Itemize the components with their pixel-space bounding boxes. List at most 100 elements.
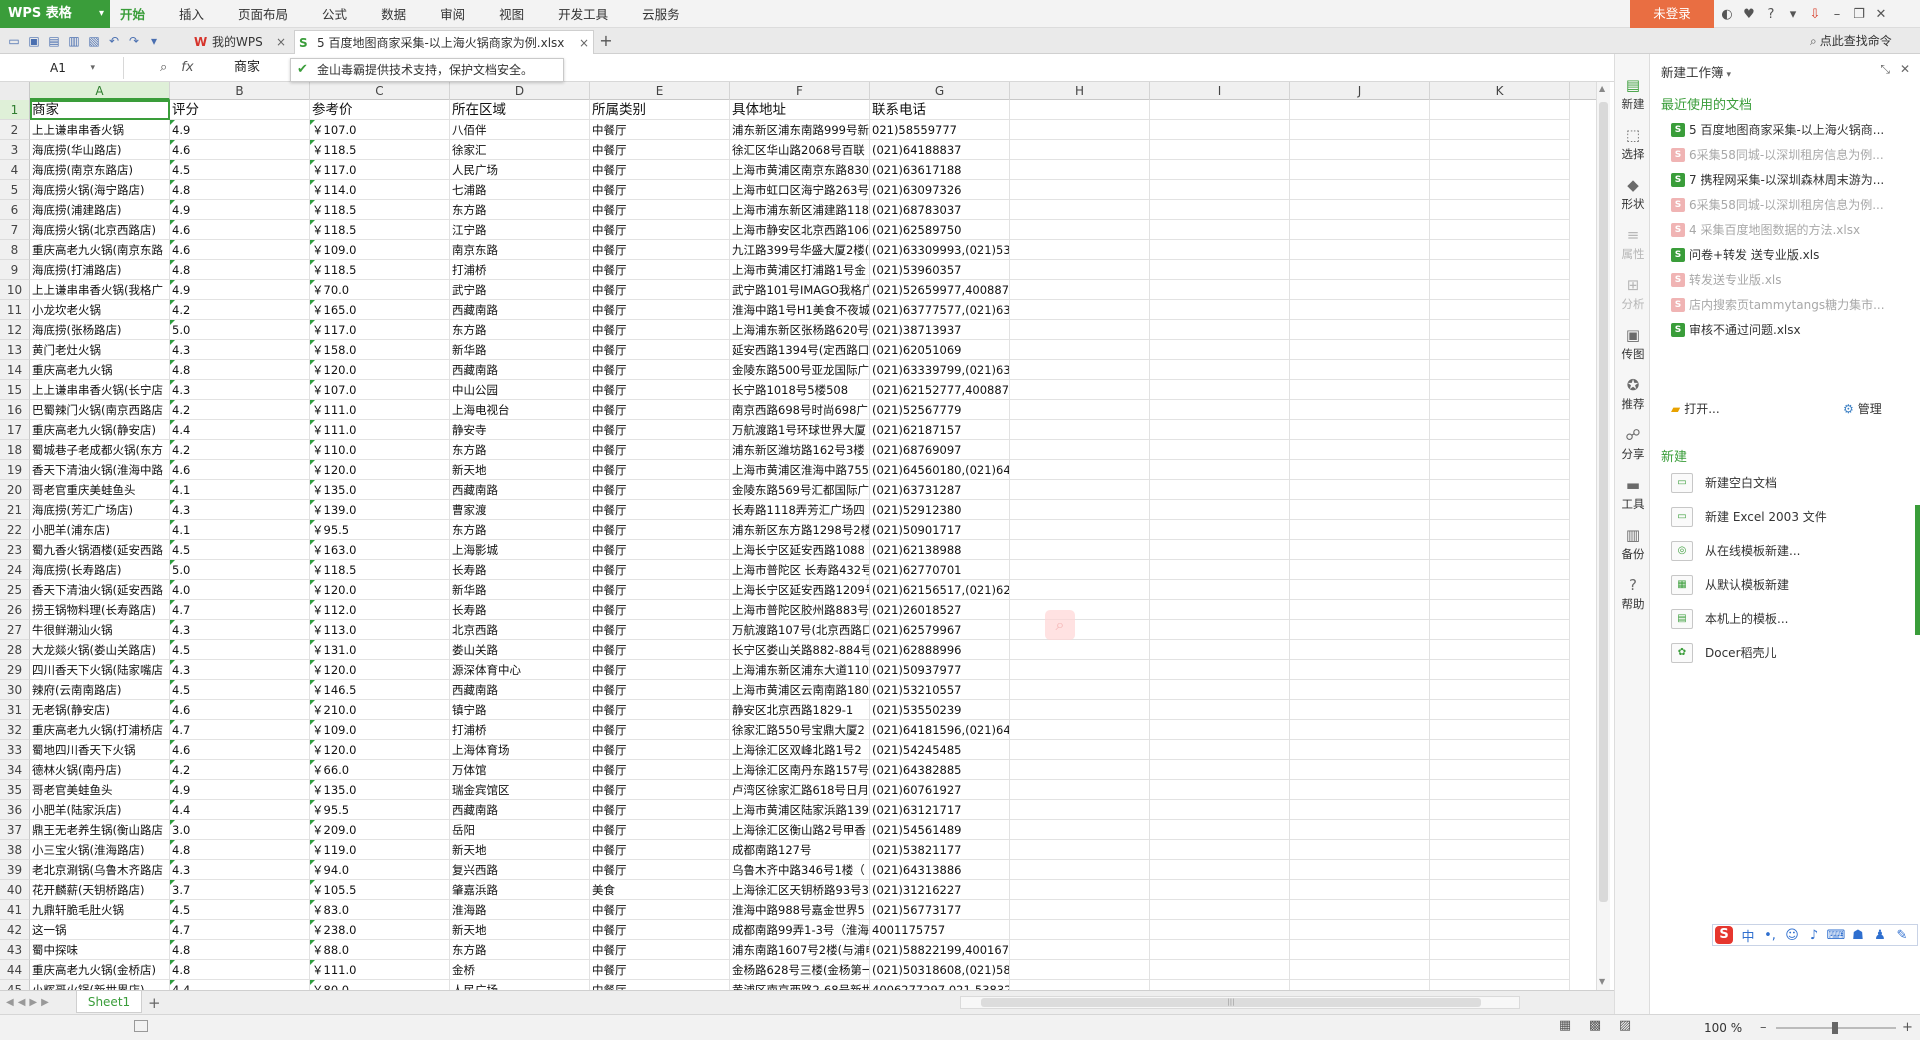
pin-icon[interactable]: ⤡	[1880, 62, 1890, 76]
cell[interactable]: 4.1	[170, 480, 310, 500]
cell[interactable]: 上海市虹口区海宁路263号	[730, 180, 870, 200]
cell[interactable]: 蜀地四川香天下火锅	[30, 740, 170, 760]
row-number[interactable]: 15	[0, 380, 30, 400]
vertical-scrollbar[interactable]: ▲ ▼	[1596, 82, 1610, 990]
cell[interactable]: 西藏南路	[450, 360, 590, 380]
cell[interactable]: ￥118.5	[310, 200, 450, 220]
cell[interactable]: ￥119.0	[310, 840, 450, 860]
cell[interactable]	[1010, 380, 1150, 400]
cell[interactable]: 万航渡路1号环球世界大厦	[730, 420, 870, 440]
cell[interactable]: 小肥羊(陆家浜店)	[30, 800, 170, 820]
cell[interactable]: (021)63309993,(021)53520829	[870, 240, 1010, 260]
open-folder-icon[interactable]: ▭	[4, 32, 24, 50]
cell[interactable]: (021)53550239	[870, 700, 1010, 720]
cell[interactable]: (021)53821177	[870, 840, 1010, 860]
cell[interactable]	[1010, 940, 1150, 960]
cell[interactable]	[1150, 820, 1290, 840]
cell[interactable]: 西藏南路	[450, 680, 590, 700]
cell[interactable]: (021)62156517,(021)62156953	[870, 580, 1010, 600]
cell[interactable]	[1430, 260, 1570, 280]
cell[interactable]: 延安西路1394号(定西路口	[730, 340, 870, 360]
cell[interactable]: 东方路	[450, 520, 590, 540]
cell[interactable]	[1290, 360, 1430, 380]
cell[interactable]	[1290, 460, 1430, 480]
column-header[interactable]: F	[730, 82, 870, 100]
cell[interactable]: 上海电视台	[450, 400, 590, 420]
cell[interactable]: (021)60761927	[870, 780, 1010, 800]
cell[interactable]: 德林火锅(南丹店)	[30, 760, 170, 780]
menu-cloud[interactable]: 云服务	[642, 0, 680, 28]
cell[interactable]: ￥131.0	[310, 640, 450, 660]
export-pdf-icon[interactable]: ▧	[84, 32, 104, 50]
cell[interactable]	[1150, 160, 1290, 180]
cell[interactable]	[1150, 620, 1290, 640]
cell[interactable]	[1290, 960, 1430, 980]
cell[interactable]: 中餐厅	[590, 380, 730, 400]
cell[interactable]: ￥165.0	[310, 300, 450, 320]
cell[interactable]	[1290, 400, 1430, 420]
cell[interactable]: 所在区域	[450, 100, 590, 120]
cell[interactable]: ￥238.0	[310, 920, 450, 940]
cell[interactable]	[1290, 380, 1430, 400]
cell[interactable]	[1150, 580, 1290, 600]
cell[interactable]: 鼎王无老养生锅(衡山路店	[30, 820, 170, 840]
row-number[interactable]: 13	[0, 340, 30, 360]
row-number[interactable]: 18	[0, 440, 30, 460]
cell[interactable]: 中餐厅	[590, 780, 730, 800]
sheet-tab[interactable]: Sheet1	[76, 991, 142, 1013]
menu-review[interactable]: 审阅	[440, 0, 465, 28]
cell[interactable]: 长寿路	[450, 600, 590, 620]
row-number[interactable]: 17	[0, 420, 30, 440]
cell[interactable]: (021)56773177	[870, 900, 1010, 920]
cell[interactable]: (021)68783037	[870, 200, 1010, 220]
cell[interactable]	[1430, 300, 1570, 320]
horizontal-scrollbar[interactable]: |||	[960, 996, 1520, 1009]
cell[interactable]	[1010, 640, 1150, 660]
cell[interactable]: 金杨路628号三楼(金杨第一	[730, 960, 870, 980]
cell[interactable]	[1150, 460, 1290, 480]
cell[interactable]: 4.3	[170, 860, 310, 880]
cell[interactable]	[1290, 240, 1430, 260]
cell[interactable]	[1290, 180, 1430, 200]
cell[interactable]: 八佰伴	[450, 120, 590, 140]
cell[interactable]: 上海浦东新区浦东大道110	[730, 660, 870, 680]
manage-link[interactable]: ⚙ 管理	[1843, 400, 1882, 417]
cell[interactable]	[1430, 480, 1570, 500]
column-header[interactable]: K	[1430, 82, 1570, 100]
cell[interactable]: (021)64181596,(021)64181593	[870, 720, 1010, 740]
row-number[interactable]: 37	[0, 820, 30, 840]
cell[interactable]: 蜀城巷子老成都火锅(东方	[30, 440, 170, 460]
cell[interactable]	[1290, 920, 1430, 940]
cell[interactable]	[1430, 560, 1570, 580]
cell[interactable]: (021)31216227	[870, 880, 1010, 900]
cell[interactable]	[1430, 320, 1570, 340]
cell[interactable]: 源深体育中心	[450, 660, 590, 680]
row-number[interactable]: 29	[0, 660, 30, 680]
palette-icon[interactable]: ♥	[1738, 7, 1760, 22]
cell[interactable]: 老北京涮锅(乌鲁木齐路店	[30, 860, 170, 880]
microphone-icon[interactable]: ♪	[1803, 928, 1825, 943]
cell[interactable]: 中餐厅	[590, 940, 730, 960]
cell[interactable]	[1150, 420, 1290, 440]
cell[interactable]	[1290, 340, 1430, 360]
cell[interactable]: 静安区北京西路1829-1	[730, 700, 870, 720]
close-icon[interactable]: ✕	[1870, 7, 1892, 22]
cell[interactable]: 九鼎轩脆毛肚火锅	[30, 900, 170, 920]
rail-new[interactable]: ▤ 新建	[1615, 76, 1651, 112]
cell[interactable]	[1010, 120, 1150, 140]
emoji-icon[interactable]: ☺	[1781, 928, 1803, 943]
cell[interactable]	[1430, 860, 1570, 880]
row-number[interactable]: 31	[0, 700, 30, 720]
cell[interactable]	[1010, 100, 1150, 120]
cell[interactable]: 牛很鲜潮汕火锅	[30, 620, 170, 640]
cell[interactable]: 金陵东路569号汇都国际广	[730, 480, 870, 500]
row-number[interactable]: 43	[0, 940, 30, 960]
cell[interactable]	[1010, 540, 1150, 560]
cell[interactable]	[1150, 200, 1290, 220]
task-pane-title[interactable]: 新建工作簿 ▾	[1661, 62, 1731, 81]
new-option-item[interactable]: ✿ Docer稻壳儿	[1671, 640, 1911, 666]
scrollbar-thumb[interactable]	[1599, 102, 1608, 902]
scrollbar-thumb[interactable]: |||	[981, 998, 1481, 1007]
cell[interactable]: 4.4	[170, 980, 310, 990]
cell[interactable]: 七浦路	[450, 180, 590, 200]
